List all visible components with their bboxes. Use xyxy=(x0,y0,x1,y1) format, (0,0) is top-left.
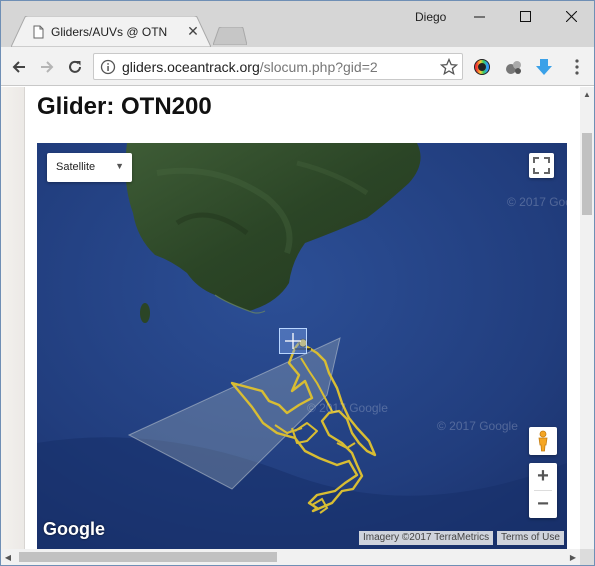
download-arrow-icon[interactable] xyxy=(534,57,554,77)
fullscreen-icon[interactable] xyxy=(529,153,554,178)
map-watermark: © 2017 Google xyxy=(307,401,388,415)
url-path: /slocum.php?gid=2 xyxy=(259,59,378,75)
vertical-scroll-thumb[interactable] xyxy=(582,133,592,215)
tab-strip: Gliders/AUVs @ OTN ✕ Diego xyxy=(1,1,594,47)
maximize-icon[interactable] xyxy=(502,1,548,31)
google-logo[interactable]: Google xyxy=(43,519,105,540)
glider-marker[interactable] xyxy=(279,328,307,354)
zoom-control: + − xyxy=(529,463,557,518)
page-icon xyxy=(33,25,44,39)
vertical-scrollbar[interactable]: ▲ xyxy=(580,87,594,549)
scroll-left-icon[interactable]: ◀ xyxy=(1,549,15,565)
minimize-icon[interactable] xyxy=(456,1,502,31)
map-watermark: © 2017 Google xyxy=(507,195,567,209)
pegman-icon[interactable] xyxy=(529,427,557,455)
horizontal-scrollbar[interactable]: ◀ ▶ xyxy=(1,549,580,565)
new-tab-button[interactable] xyxy=(212,26,248,46)
zoom-in-button[interactable]: + xyxy=(529,463,557,490)
scrollbar-corner xyxy=(580,549,594,565)
reload-icon[interactable] xyxy=(63,55,87,79)
map-watermark: © 2017 Google xyxy=(437,419,518,433)
chevron-down-icon: ▼ xyxy=(115,161,124,171)
info-icon[interactable] xyxy=(100,59,116,75)
map-type-label: Satellite xyxy=(56,161,96,173)
kebab-menu-icon[interactable] xyxy=(567,57,587,77)
scroll-up-icon[interactable]: ▲ xyxy=(580,87,594,101)
back-arrow-icon[interactable] xyxy=(7,55,31,79)
extension-icon[interactable] xyxy=(504,57,524,77)
zoom-out-button[interactable]: − xyxy=(529,491,557,518)
page-title: Glider: OTN200 xyxy=(37,93,212,120)
tab-close-icon[interactable]: ✕ xyxy=(186,23,200,39)
star-icon[interactable] xyxy=(439,57,459,76)
profile-name[interactable]: Diego xyxy=(415,10,446,24)
browser-toolbar: gliders.oceantrack.org/slocum.php?gid=2 xyxy=(1,47,594,86)
url-host: gliders.oceantrack.org xyxy=(122,59,260,75)
color-wheel-icon[interactable] xyxy=(472,57,492,77)
scroll-right-icon[interactable]: ▶ xyxy=(566,549,580,565)
terms-of-use-link[interactable]: Terms of Use xyxy=(497,531,564,545)
horizontal-scroll-thumb[interactable] xyxy=(19,552,277,562)
page-viewport: Glider: OTN200 © 2017 Go © 2017 Google ©… xyxy=(1,87,580,549)
active-tab[interactable]: Gliders/AUVs @ OTN ✕ xyxy=(11,16,211,47)
tab-title: Gliders/AUVs @ OTN xyxy=(51,25,168,39)
imagery-attribution: Imagery ©2017 TerraMetrics xyxy=(359,531,494,545)
map-container[interactable]: © 2017 Google © 2017 Google © 2017 Googl… xyxy=(37,143,567,549)
map-type-selector[interactable]: Satellite ▼ xyxy=(47,153,132,182)
browser-window: Gliders/AUVs @ OTN ✕ Diego gliders.ocean… xyxy=(0,0,595,566)
url-text[interactable]: gliders.oceantrack.org/slocum.php?gid=2 xyxy=(122,59,378,75)
page-left-margin xyxy=(1,87,25,549)
address-bar[interactable]: gliders.oceantrack.org/slocum.php?gid=2 xyxy=(93,53,463,80)
close-window-icon[interactable] xyxy=(548,1,594,31)
forward-arrow-icon[interactable] xyxy=(35,55,59,79)
